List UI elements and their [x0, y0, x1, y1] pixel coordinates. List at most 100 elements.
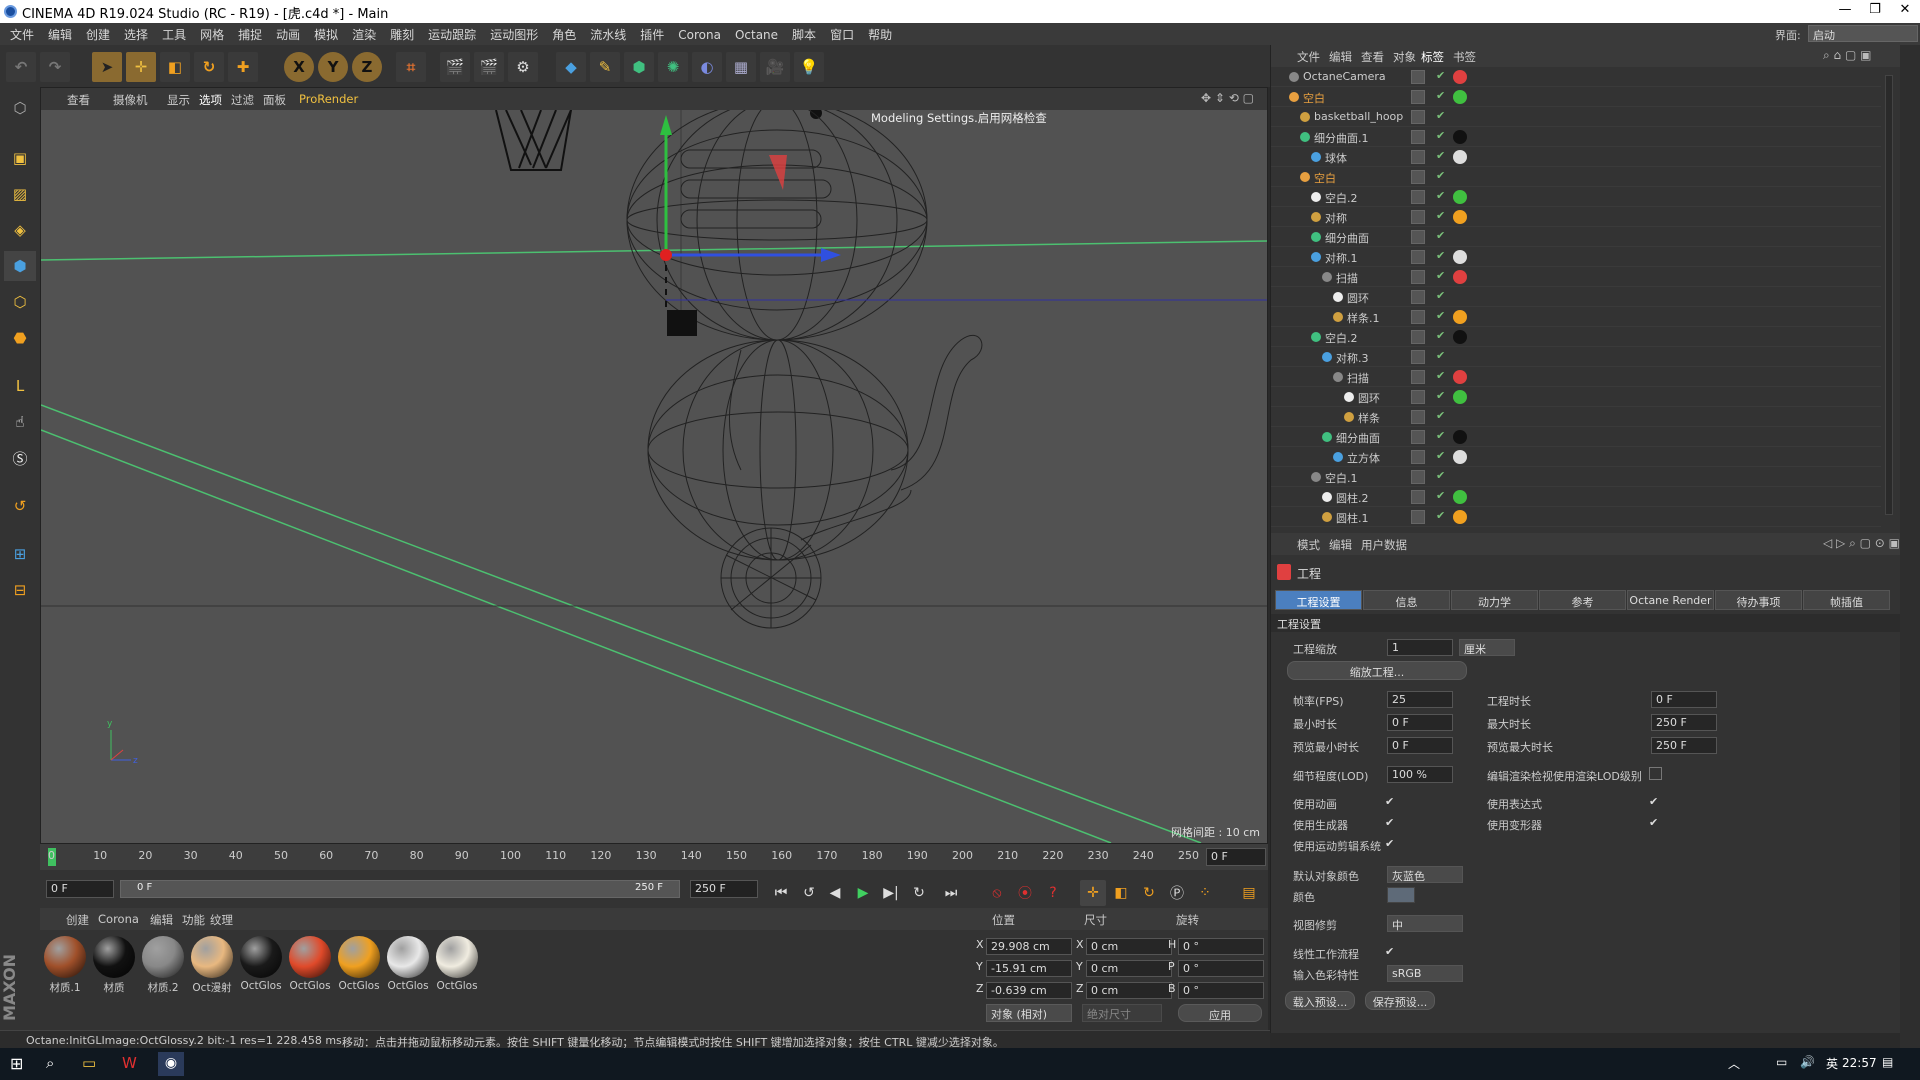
- goto-end-icon[interactable]: ⏭: [938, 880, 964, 906]
- object-row[interactable]: 立方体 ✔: [1271, 447, 1881, 467]
- position-field[interactable]: 29.908 cm: [986, 938, 1072, 955]
- material-tag-icon[interactable]: [1453, 150, 1467, 164]
- viewport-canvas[interactable]: y z Modeling Settings.启用网格检查 网格间距 : 10 c…: [41, 110, 1267, 843]
- scale-project-button[interactable]: 缩放工程...: [1287, 661, 1467, 680]
- input-color-select[interactable]: sRGB: [1387, 965, 1463, 982]
- goto-start-icon[interactable]: ⏮: [768, 880, 794, 906]
- object-row[interactable]: 对称.1 ✔: [1271, 247, 1881, 267]
- material-swatch[interactable]: OctGlos: [287, 936, 333, 992]
- scale-icon[interactable]: ◧: [160, 52, 190, 82]
- material-tag-icon[interactable]: [1453, 130, 1467, 144]
- tweak-mode-icon[interactable]: ☝: [4, 407, 36, 437]
- object-row[interactable]: 对称 ✔: [1271, 207, 1881, 227]
- lod-render-checkbox[interactable]: [1649, 767, 1662, 780]
- light-icon[interactable]: 💡: [794, 52, 824, 82]
- object-row[interactable]: 圆环 ✔: [1271, 287, 1881, 307]
- menu-item[interactable]: 工具: [155, 23, 193, 43]
- visibility-toggle[interactable]: [1411, 510, 1425, 524]
- axis-mode-icon[interactable]: L: [4, 371, 36, 401]
- start-frame-field[interactable]: 0 F: [46, 880, 114, 898]
- visibility-toggle[interactable]: [1411, 70, 1425, 84]
- material-tag-icon[interactable]: [1453, 250, 1467, 264]
- x-axis-icon[interactable]: X: [284, 52, 314, 82]
- visibility-toggle[interactable]: [1411, 490, 1425, 504]
- quantize-icon[interactable]: ↺: [4, 491, 36, 521]
- material-tag-icon[interactable]: [1453, 190, 1467, 204]
- wps-icon[interactable]: W: [122, 1054, 137, 1072]
- close-icon[interactable]: ✕: [1890, 2, 1920, 17]
- menu-item[interactable]: 捕捉: [231, 23, 269, 43]
- object-row[interactable]: OctaneCamera ✔: [1271, 67, 1881, 87]
- edges-mode-icon[interactable]: ⬡: [4, 287, 36, 317]
- object-row[interactable]: 扫描 ✔: [1271, 367, 1881, 387]
- material-tag-icon[interactable]: [1453, 390, 1467, 404]
- visibility-toggle[interactable]: [1411, 210, 1425, 224]
- attribute-tab[interactable]: 帧插值: [1803, 590, 1890, 610]
- material-menu-item[interactable]: Corona: [98, 912, 139, 926]
- object-menu-item[interactable]: 查看: [1361, 49, 1384, 65]
- keyframe-selection-icon[interactable]: ?: [1040, 880, 1066, 906]
- enable-check-icon[interactable]: ✔: [1436, 129, 1445, 142]
- key-position-icon[interactable]: ✛: [1080, 880, 1106, 906]
- menu-item[interactable]: 脚本: [785, 23, 823, 43]
- enable-check-icon[interactable]: ✔: [1436, 69, 1445, 82]
- viewport-menu-item[interactable]: 过滤: [231, 92, 254, 108]
- object-row[interactable]: 空白 ✔: [1271, 167, 1881, 187]
- make-editable-icon[interactable]: ⬡: [4, 93, 36, 123]
- cube-primitive-icon[interactable]: ◆: [556, 52, 586, 82]
- attribute-tab[interactable]: 信息: [1363, 590, 1450, 610]
- snap-icon[interactable]: Ⓢ: [4, 443, 36, 473]
- object-row[interactable]: 空白.2 ✔: [1271, 327, 1881, 347]
- floor-icon[interactable]: ▦: [726, 52, 756, 82]
- object-menu-item[interactable]: 文件: [1297, 49, 1320, 65]
- size-field[interactable]: 0 cm: [1086, 938, 1172, 955]
- visibility-toggle[interactable]: [1411, 130, 1425, 144]
- select-arrow-icon[interactable]: ➤: [92, 52, 122, 82]
- enable-check-icon[interactable]: ✔: [1436, 229, 1445, 242]
- material-swatch[interactable]: OctGlos: [434, 936, 480, 992]
- save-preset-button[interactable]: 保存预设...: [1365, 991, 1435, 1010]
- y-axis-icon[interactable]: Y: [318, 52, 348, 82]
- load-preset-button[interactable]: 载入预设...: [1285, 991, 1355, 1010]
- record-keys-icon[interactable]: ⦸: [984, 880, 1010, 906]
- texture-mode-icon[interactable]: ▨: [4, 179, 36, 209]
- render-view-icon[interactable]: 🎬: [440, 52, 470, 82]
- material-tag-icon[interactable]: [1453, 210, 1467, 224]
- attribute-tab[interactable]: 待办事项: [1715, 590, 1802, 610]
- enable-check-icon[interactable]: ✔: [1436, 409, 1445, 422]
- cloner-icon[interactable]: ✺: [658, 52, 688, 82]
- prev-frame-icon[interactable]: ◀: [822, 880, 848, 906]
- key-parameter-icon[interactable]: Ⓟ: [1164, 880, 1190, 906]
- viewport-nav-icons[interactable]: ✥ ⇕ ⟲ ▢: [1201, 91, 1254, 105]
- material-tag-icon[interactable]: [1453, 70, 1467, 84]
- visibility-toggle[interactable]: [1411, 310, 1425, 324]
- attribute-menu-item[interactable]: 编辑: [1329, 537, 1352, 553]
- min-time-field[interactable]: 0 F: [1387, 714, 1453, 731]
- menu-item[interactable]: 模拟: [307, 23, 345, 43]
- model-mode-icon[interactable]: ▣: [4, 143, 36, 173]
- lock-workplane-icon[interactable]: ⊞: [4, 539, 36, 569]
- material-swatch[interactable]: OctGlos: [238, 936, 284, 992]
- size-field[interactable]: 0 cm: [1086, 982, 1172, 999]
- menu-item[interactable]: 动画: [269, 23, 307, 43]
- enable-check-icon[interactable]: ✔: [1436, 189, 1445, 202]
- object-row[interactable]: 扫描 ✔: [1271, 267, 1881, 287]
- visibility-toggle[interactable]: [1411, 410, 1425, 424]
- visibility-toggle[interactable]: [1411, 350, 1425, 364]
- viewport-menu-item[interactable]: 选项: [199, 92, 222, 108]
- material-tag-icon[interactable]: [1453, 450, 1467, 464]
- object-menu-item[interactable]: 书签: [1453, 49, 1476, 65]
- pen-spline-icon[interactable]: ✎: [590, 52, 620, 82]
- object-row[interactable]: 细分曲面.1 ✔: [1271, 127, 1881, 147]
- object-row[interactable]: 圆环 ✔: [1271, 387, 1881, 407]
- scale-unit-select[interactable]: 厘米: [1459, 639, 1515, 656]
- object-menu-item[interactable]: 对象: [1393, 49, 1416, 65]
- visibility-toggle[interactable]: [1411, 430, 1425, 444]
- redo-icon[interactable]: ↷: [40, 52, 70, 82]
- enable-check-icon[interactable]: ✔: [1436, 349, 1445, 362]
- rotation-field[interactable]: 0 °: [1178, 982, 1264, 999]
- object-row[interactable]: 空白.1 ✔: [1271, 467, 1881, 487]
- prev-key-icon[interactable]: ↺: [796, 880, 822, 906]
- enable-check-icon[interactable]: ✔: [1436, 149, 1445, 162]
- lod-field[interactable]: 100 %: [1387, 766, 1453, 783]
